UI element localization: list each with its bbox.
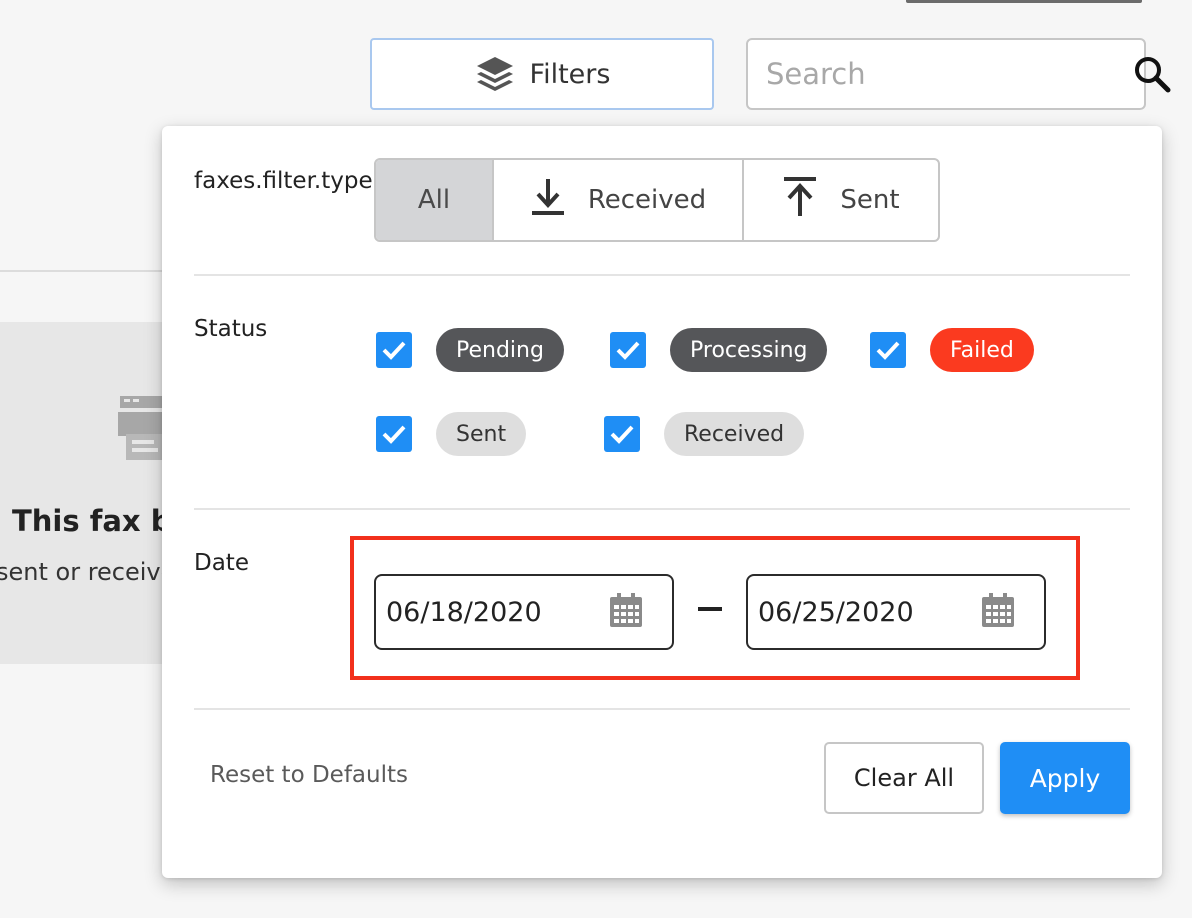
type-filter-label: faxes.filter.type. xyxy=(194,168,380,194)
status-badge-pending: Pending xyxy=(436,328,564,372)
checkbox-pending[interactable] xyxy=(376,332,412,368)
reset-to-defaults-link[interactable]: Reset to Defaults xyxy=(210,762,408,788)
date-to-field[interactable]: 06/25/2020 xyxy=(746,574,1046,650)
checkmark-icon xyxy=(876,341,900,360)
search-icon[interactable] xyxy=(1133,55,1171,93)
clear-all-button[interactable]: Clear All xyxy=(824,742,984,814)
type-option-received[interactable]: Received xyxy=(494,160,744,240)
status-option-received[interactable]: Received xyxy=(604,412,805,456)
empty-state-subtitle: sent or receive xyxy=(0,558,170,586)
section-divider xyxy=(194,708,1130,710)
type-option-all[interactable]: All xyxy=(376,160,494,240)
date-label: Date xyxy=(194,550,249,576)
status-label: Status xyxy=(194,316,268,342)
checkmark-icon xyxy=(382,341,406,360)
type-option-sent[interactable]: Sent xyxy=(744,160,938,240)
checkmark-icon xyxy=(610,425,634,444)
list-divider xyxy=(0,270,170,272)
upload-icon xyxy=(782,176,818,225)
status-badge-received: Received xyxy=(664,412,805,456)
status-option-processing[interactable]: Processing xyxy=(610,328,828,372)
date-from-field[interactable]: 06/18/2020 xyxy=(374,574,674,650)
date-range-separator xyxy=(698,607,722,611)
checkmark-icon xyxy=(616,341,640,360)
empty-state-title: This fax box xyxy=(12,504,170,538)
date-from-value: 06/18/2020 xyxy=(386,596,542,628)
download-icon xyxy=(530,177,566,224)
status-option-pending[interactable]: Pending xyxy=(376,328,564,372)
status-option-failed[interactable]: Failed xyxy=(870,328,1034,372)
section-divider xyxy=(194,274,1130,276)
status-badge-sent: Sent xyxy=(436,412,527,456)
search-box[interactable] xyxy=(746,38,1171,110)
checkbox-failed[interactable] xyxy=(870,332,906,368)
checkbox-processing[interactable] xyxy=(610,332,646,368)
status-badge-failed: Failed xyxy=(930,328,1034,372)
search-input[interactable] xyxy=(766,57,1133,91)
apply-button[interactable]: Apply xyxy=(1000,742,1130,814)
checkbox-sent[interactable] xyxy=(376,416,412,452)
type-segmented-control: All Received Sent xyxy=(374,158,940,242)
type-option-all-label: All xyxy=(417,185,451,215)
filter-popover: faxes.filter.type. All Received Sent Sta… xyxy=(162,126,1162,878)
type-option-sent-label: Sent xyxy=(840,185,900,215)
top-button-edge xyxy=(906,0,1142,3)
date-to-value: 06/25/2020 xyxy=(758,596,914,628)
section-divider xyxy=(194,508,1130,510)
layers-icon xyxy=(474,55,516,93)
filters-button[interactable]: Filters xyxy=(370,38,714,110)
status-badge-processing: Processing xyxy=(670,328,828,372)
checkbox-received[interactable] xyxy=(604,416,640,452)
empty-state-panel: This fax box sent or receive xyxy=(0,322,170,664)
calendar-icon[interactable] xyxy=(610,593,642,631)
calendar-icon[interactable] xyxy=(982,593,1014,631)
type-option-received-label: Received xyxy=(587,185,707,215)
checkmark-icon xyxy=(382,425,406,444)
filters-button-label: Filters xyxy=(529,58,611,90)
status-option-sent[interactable]: Sent xyxy=(376,412,527,456)
